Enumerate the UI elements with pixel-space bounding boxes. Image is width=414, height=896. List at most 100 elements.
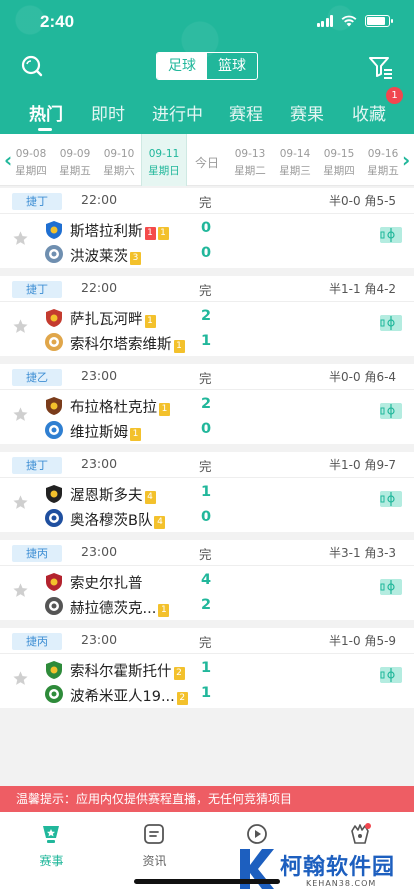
yellow-card-badge: 1: [159, 403, 170, 416]
red-card-badge: 1: [144, 227, 156, 240]
k-logo-icon: [240, 849, 274, 889]
league-tag[interactable]: 捷丁: [12, 281, 62, 298]
divider: [0, 389, 414, 390]
away-score: 0: [201, 421, 212, 437]
match-card[interactable]: 捷乙 23:00 完 半0-0 角6-4 布拉格杜克拉 1 2 维拉斯姆 1 0: [0, 364, 414, 444]
tab-results[interactable]: 赛果: [290, 100, 324, 125]
pitch-icon[interactable]: [380, 227, 402, 243]
filter-icon[interactable]: [368, 54, 394, 80]
divider: [0, 565, 414, 566]
match-status: 完: [199, 371, 212, 386]
match-time: 23:00: [81, 456, 118, 471]
date-item[interactable]: 09-08 星期四: [8, 134, 54, 186]
play-icon: [247, 824, 267, 844]
chevron-right-icon[interactable]: ›: [402, 148, 410, 172]
home-team: 渥恩斯多夫 4: [70, 484, 156, 505]
half-corner-info: 半1-1 角4-2: [329, 282, 397, 296]
star-icon[interactable]: [12, 406, 29, 423]
tab-schedule[interactable]: 赛程: [229, 100, 263, 125]
watermark-logo: 柯翰软件园 KEHAN38.COM: [236, 845, 406, 893]
away-score: 0: [201, 509, 212, 525]
away-score: 1: [201, 333, 212, 349]
star-icon[interactable]: [12, 230, 29, 247]
tab-live[interactable]: 进行中: [152, 100, 203, 125]
home-score: 2: [201, 396, 212, 412]
divider: [0, 477, 414, 478]
news-icon: [144, 824, 164, 844]
star-icon[interactable]: [12, 670, 29, 687]
pitch-icon[interactable]: [380, 315, 402, 331]
away-score: 2: [201, 597, 212, 613]
match-card[interactable]: 捷丙 23:00 完 半1-0 角5-9 索科尔霍斯托什 2 1 波希米亚人19.…: [0, 628, 414, 708]
home-score: 2: [201, 308, 212, 324]
match-card[interactable]: 捷丙 23:00 完 半3-1 角3-3 索史尔扎普 4 赫拉德茨克... 1 2: [0, 540, 414, 620]
notice-banner: 温馨提示：应用内仅提供赛程直播，无任何竞猜项目: [0, 786, 414, 812]
date-item[interactable]: 09-10 星期六: [96, 134, 142, 186]
pitch-icon[interactable]: [380, 491, 402, 507]
date-item[interactable]: 09-16 星期五: [360, 134, 406, 186]
pitch-icon[interactable]: [380, 403, 402, 419]
away-team: 洪波莱茨 3: [70, 245, 141, 266]
tab-hot[interactable]: 热门: [29, 100, 63, 125]
home-indicator: [134, 879, 280, 884]
yellow-card-badge: 4: [154, 516, 166, 529]
date-item[interactable]: 09-09 星期五: [52, 134, 98, 186]
status-bar: 2:40: [0, 0, 414, 44]
team-logo-icon: [45, 421, 63, 439]
star-icon[interactable]: [12, 582, 29, 599]
tab-basketball[interactable]: 篮球: [207, 53, 257, 79]
signal-icon: [316, 14, 333, 27]
away-team: 索科尔塔索维斯 1: [70, 333, 185, 354]
half-corner-info: 半0-0 角5-5: [329, 194, 397, 208]
team-logo-icon: [45, 509, 63, 527]
star-icon[interactable]: [12, 318, 29, 335]
match-time: 23:00: [81, 368, 118, 383]
match-time: 22:00: [81, 192, 118, 207]
nav-matches[interactable]: 赛事: [0, 812, 103, 872]
team-logo-icon: [46, 485, 62, 503]
league-tag[interactable]: 捷丁: [12, 193, 62, 210]
match-time: 23:00: [81, 544, 118, 559]
watermark-text: 柯翰软件园: [280, 855, 396, 880]
match-status: 完: [199, 547, 212, 562]
tab-football[interactable]: 足球: [157, 53, 207, 79]
team-logo-icon: [45, 597, 63, 615]
match-card[interactable]: 捷丁 22:00 完 半1-1 角4-2 萨扎瓦河畔 1 2 索科尔塔索维斯 1 1: [0, 276, 414, 356]
search-icon[interactable]: [20, 54, 44, 78]
home-score: 1: [201, 660, 212, 676]
date-item[interactable]: 09-14 星期三: [272, 134, 318, 186]
main-tabs: 热门 即时 进行中 赛程 赛果 收藏: [0, 96, 414, 132]
team-logo-icon: [46, 397, 62, 415]
half-corner-info: 半3-1 角3-3: [329, 546, 397, 560]
divider: [0, 301, 414, 302]
date-item-selected[interactable]: 09-11 星期日: [141, 134, 187, 186]
status-icons: [316, 14, 393, 27]
pitch-icon[interactable]: [380, 667, 402, 683]
date-item-today[interactable]: 今日: [184, 134, 230, 186]
date-item[interactable]: 09-15 星期四: [316, 134, 362, 186]
league-tag[interactable]: 捷丙: [12, 633, 62, 650]
league-tag[interactable]: 捷乙: [12, 369, 62, 386]
wifi-icon: [341, 15, 357, 27]
sport-switch: 足球 篮球: [156, 52, 258, 80]
home-team: 布拉格杜克拉 1: [70, 396, 170, 417]
tab-instant[interactable]: 即时: [91, 100, 125, 125]
home-team: 斯塔拉利斯 1 1: [70, 220, 169, 241]
tab-favorites[interactable]: 收藏: [352, 100, 386, 125]
match-time: 23:00: [81, 632, 118, 647]
battery-icon: [365, 14, 393, 27]
yellow-card-badge: 1: [158, 604, 170, 617]
status-time: 2:40: [40, 12, 75, 31]
pitch-icon[interactable]: [380, 579, 402, 595]
away-team: 奥洛穆茨B队 4: [70, 509, 166, 530]
home-score: 0: [201, 220, 212, 236]
match-card[interactable]: 捷丁 23:00 完 半1-0 角9-7 渥恩斯多夫 4 1 奥洛穆茨B队 4 0: [0, 452, 414, 532]
watermark-url: KEHAN38.COM: [306, 879, 377, 888]
league-tag[interactable]: 捷丙: [12, 545, 62, 562]
league-tag[interactable]: 捷丁: [12, 457, 62, 474]
team-logo-icon: [46, 661, 62, 679]
date-item[interactable]: 09-13 星期二: [227, 134, 273, 186]
nav-news[interactable]: 资讯: [103, 812, 206, 872]
match-card[interactable]: 捷丁 22:00 完 半0-0 角5-5 斯塔拉利斯 1 1 0 洪波莱茨 3 0: [0, 188, 414, 268]
star-icon[interactable]: [12, 494, 29, 511]
